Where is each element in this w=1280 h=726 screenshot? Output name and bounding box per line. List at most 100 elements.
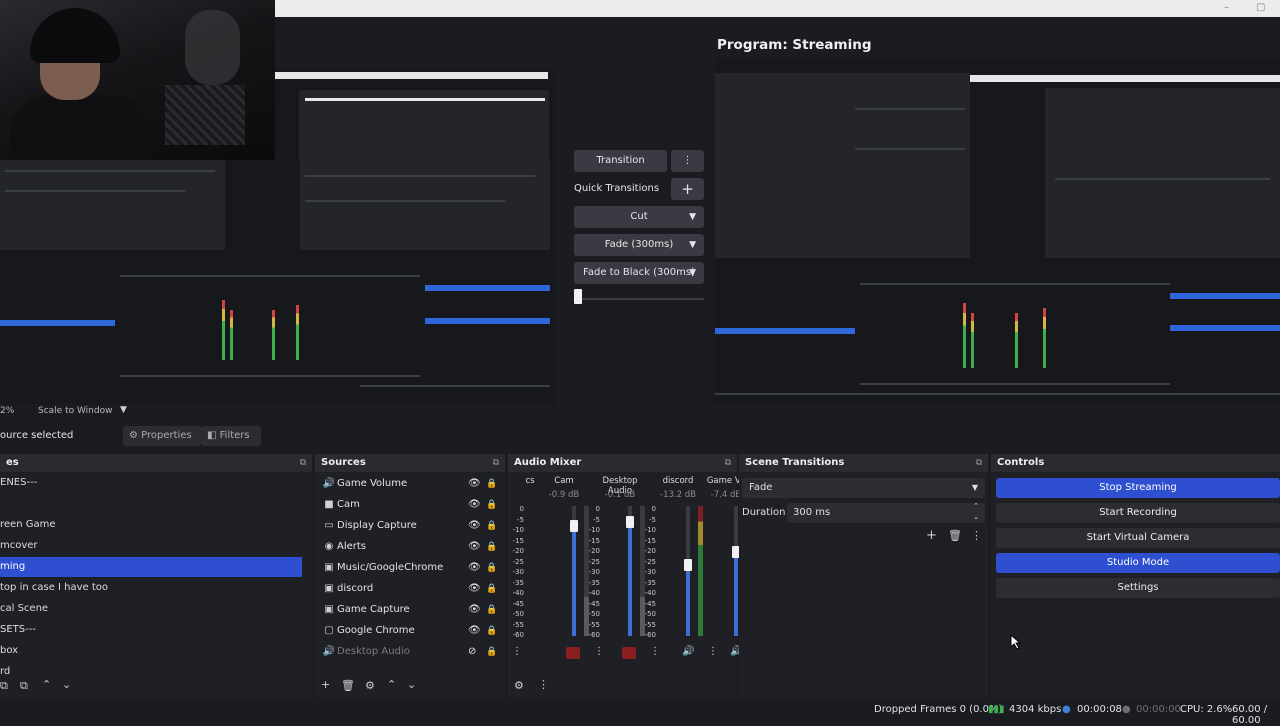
stop-streaming-button[interactable]: Stop Streaming — [996, 478, 1280, 498]
source-item[interactable]: 🔊 Game Volume 👁 🔒 — [315, 474, 505, 494]
scene-item[interactable]: top in case I have too — [0, 578, 302, 598]
scene-item[interactable]: mcover — [0, 536, 302, 556]
eye-icon[interactable]: 👁 — [468, 558, 481, 578]
list-icon[interactable]: ⧉ — [20, 679, 28, 693]
mixer-menu-icon[interactable]: ⋮ — [538, 678, 549, 691]
eye-icon[interactable]: 👁 — [468, 600, 481, 620]
source-item[interactable]: ▣ Music/GoogleChrome 👁 🔒 — [315, 558, 505, 578]
lock-icon[interactable]: 🔒 — [486, 474, 497, 494]
speaker-icon: 🔊 — [322, 478, 336, 489]
volume-slider-handle[interactable] — [684, 558, 692, 571]
volume-slider-fill — [734, 551, 738, 636]
lock-icon[interactable]: 🔒 — [486, 600, 497, 620]
undock-icon[interactable]: ⧉ — [300, 454, 306, 472]
eye-icon[interactable]: 👁 — [468, 579, 481, 599]
channel-menu-icon[interactable]: ⋮ — [708, 646, 718, 657]
speaker-icon[interactable]: 🔊 — [682, 646, 694, 657]
channel-menu-icon[interactable]: ⋮ — [650, 646, 660, 657]
mute-icon[interactable] — [566, 647, 580, 659]
quick-transition-fade-to-black[interactable]: Fade to Black (300ms) ▼ — [574, 262, 704, 284]
maximize-icon[interactable]: ▢ — [1256, 2, 1265, 13]
scale-to-window-label[interactable]: Scale to Window — [38, 406, 112, 416]
channel-menu-icon[interactable]: ⋮ — [512, 646, 522, 657]
scene-item[interactable]: ming — [0, 557, 302, 577]
undock-icon[interactable]: ⧉ — [493, 454, 499, 472]
arrow-up-icon[interactable]: ⌃ — [387, 678, 396, 691]
mixer-channel-db: -0.9 dB — [548, 490, 580, 500]
filters-button[interactable]: ◧ Filters — [201, 426, 261, 446]
eye-icon[interactable]: 👁 — [468, 495, 481, 515]
volume-slider-handle[interactable] — [626, 515, 634, 528]
chevron-down-icon[interactable]: ▼ — [120, 405, 127, 415]
undock-icon[interactable]: ⧉ — [976, 454, 982, 472]
source-item[interactable]: ◉ Alerts 👁 🔒 — [315, 537, 505, 557]
eye-icon[interactable]: 👁 — [468, 474, 481, 494]
stream-time: 00:00:08 — [1077, 704, 1122, 715]
scene-item[interactable]: box — [0, 641, 302, 661]
undock-icon[interactable]: ⧉ — [725, 454, 731, 472]
advanced-audio-icon[interactable]: ⚙ — [514, 679, 524, 692]
source-label: Alerts — [337, 541, 367, 552]
source-item[interactable]: ▣ Game Capture 👁 🔒 — [315, 600, 505, 620]
filter-icon[interactable]: ⧉ — [0, 679, 8, 693]
transition-button[interactable]: Transition — [574, 150, 667, 172]
start-recording-button[interactable]: Start Recording — [996, 503, 1280, 523]
lock-icon[interactable]: 🔒 — [486, 537, 497, 557]
source-label: Game Volume — [337, 478, 408, 489]
settings-button[interactable]: Settings — [996, 578, 1280, 598]
source-item[interactable]: ▣ discord 👁 🔒 — [315, 579, 505, 599]
quick-transitions-label: Quick Transitions — [574, 183, 660, 194]
duration-field[interactable]: 300 ms ⌃ ⌄ — [787, 501, 985, 523]
scene-item[interactable]: cal Scene — [0, 599, 302, 619]
spinner-icon[interactable]: ⌃ ⌄ — [973, 501, 979, 523]
transition-menu-icon[interactable]: ⋮ — [971, 529, 982, 542]
arrow-down-icon[interactable]: ⌄ — [62, 678, 71, 691]
arrow-up-icon[interactable]: ⌃ — [42, 678, 51, 691]
source-label: Google Chrome — [337, 625, 415, 636]
mute-icon[interactable] — [622, 647, 636, 659]
transition-select[interactable]: Fade ▼ — [742, 478, 985, 498]
quick-transition-cut[interactable]: Cut ▼ — [574, 206, 704, 228]
scene-item[interactable]: reen Game — [0, 515, 302, 535]
tbar-handle[interactable] — [574, 289, 582, 304]
scene-item[interactable] — [0, 494, 302, 514]
volume-slider-handle[interactable] — [570, 519, 578, 532]
minimize-icon[interactable]: – — [1224, 2, 1229, 13]
gear-icon: ⚙ — [129, 430, 138, 441]
gear-icon[interactable]: ⚙ — [365, 679, 375, 692]
source-item[interactable]: ▭ Display Capture 👁 🔒 — [315, 516, 505, 536]
lock-icon[interactable]: 🔒 — [486, 558, 497, 578]
studio-mode-button[interactable]: Studio Mode — [996, 553, 1280, 573]
source-item[interactable]: ▢ Google Chrome 👁 🔒 — [315, 621, 505, 641]
add-quick-transition-button[interactable]: + — [671, 178, 704, 200]
lock-icon[interactable]: 🔒 — [486, 495, 497, 515]
transition-menu-icon[interactable]: ⋮ — [671, 150, 704, 172]
eye-icon[interactable]: 👁 — [468, 537, 481, 557]
mouse-cursor-icon — [1010, 634, 1022, 650]
source-item[interactable]: 🔊 Desktop Audio ⊘ 🔒 — [315, 642, 505, 662]
channel-menu-icon[interactable]: ⋮ — [594, 646, 604, 657]
scene-item[interactable]: ENES--- — [0, 473, 302, 493]
trash-icon[interactable]: 🗑 — [948, 529, 962, 542]
trash-icon[interactable]: 🗑 — [341, 679, 355, 692]
add-source-icon[interactable]: + — [321, 678, 330, 691]
chevron-down-icon: ▼ — [971, 483, 978, 492]
scene-transitions-header: Scene Transitions ⧉ — [739, 454, 988, 472]
lock-icon[interactable]: 🔒 — [486, 621, 497, 641]
properties-button[interactable]: ⚙ Properties — [123, 426, 201, 446]
lock-icon[interactable]: 🔒 — [486, 516, 497, 536]
preview-canvas[interactable] — [0, 160, 555, 404]
quick-transition-fade[interactable]: Fade (300ms) ▼ — [574, 234, 704, 256]
mixer-channel-db: -0.1 dB — [604, 490, 636, 500]
eye-icon[interactable]: 👁 — [468, 516, 481, 536]
scene-item[interactable]: SETS--- — [0, 620, 302, 640]
start-virtual-camera-button[interactable]: Start Virtual Camera — [996, 528, 1280, 548]
tbar-track[interactable] — [574, 298, 704, 300]
arrow-down-icon[interactable]: ⌄ — [407, 678, 416, 691]
eye-icon[interactable]: 👁 — [468, 621, 481, 641]
lock-icon[interactable]: 🔒 — [486, 579, 497, 599]
add-transition-icon[interactable]: + — [926, 528, 937, 543]
eye-off-icon[interactable]: ⊘ — [468, 642, 476, 662]
source-item[interactable]: ■ Cam 👁 🔒 — [315, 495, 505, 515]
lock-icon[interactable]: 🔒 — [486, 642, 497, 662]
